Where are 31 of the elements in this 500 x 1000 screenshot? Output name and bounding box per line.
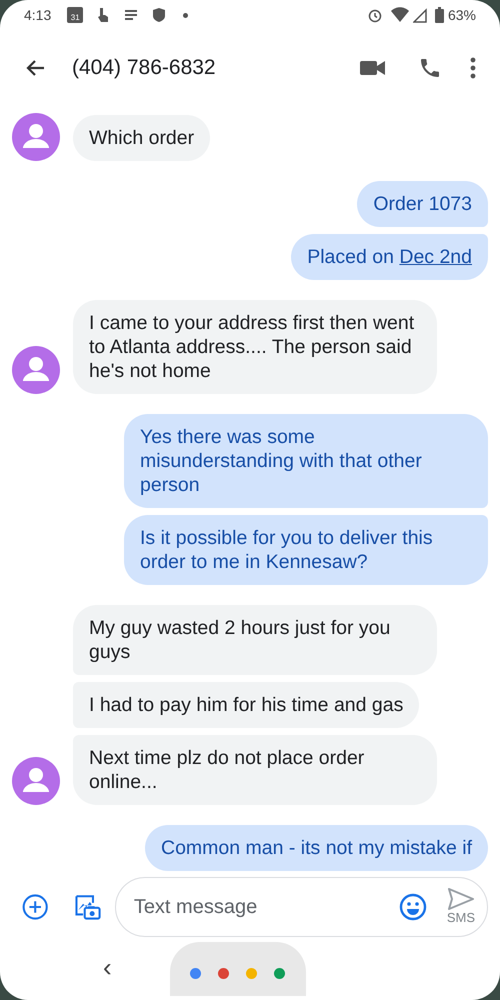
- contact-avatar-icon: [12, 346, 60, 394]
- message-field[interactable]: Text message SMS: [114, 877, 488, 937]
- message-bubble: Next time plz do not place order online...: [73, 735, 437, 805]
- calendar-icon: 31: [67, 7, 84, 23]
- battery-icon: [434, 7, 444, 23]
- contact-avatar-icon: [12, 757, 60, 805]
- message-bubble: I came to your address first then went to Atlanta address.... The person said he's not home: [73, 300, 437, 394]
- message-bubble: Yes there was some misunderstanding with that other person: [124, 414, 488, 508]
- message-bubble: Common man - its not my mistake if: [145, 825, 488, 871]
- message-bubble: Order 1073: [357, 181, 488, 227]
- contact-avatar-icon: [12, 113, 60, 161]
- message-input-field[interactable]: Text message: [134, 892, 399, 922]
- nav-back-button[interactable]: ‹: [103, 954, 112, 980]
- emoji-icon[interactable]: [398, 893, 427, 921]
- contact-title: (404) 786-6832: [72, 54, 216, 81]
- notes-icon: [123, 7, 140, 23]
- send-icon[interactable]: [448, 888, 474, 910]
- signal-icon: [412, 7, 427, 23]
- alarm-icon: [366, 7, 383, 23]
- battery-percent: 63%: [448, 6, 476, 24]
- sms-label: SMS: [446, 910, 475, 926]
- more-menu-icon[interactable]: [470, 56, 476, 78]
- shield-icon: [151, 7, 168, 23]
- message-bubble: Which order: [73, 115, 210, 161]
- message-bubble: I had to pay him for his time and gas: [73, 682, 420, 728]
- wifi-icon: [390, 7, 409, 23]
- message-bubble: My guy wasted 2 hours just for you guys: [73, 605, 437, 675]
- message-bubble: Is it possible for you to deliver this order to me in Kennesaw?: [124, 515, 488, 585]
- message-bubble: Placed on Dec 2nd: [291, 234, 488, 280]
- status-time: 4:13: [24, 6, 52, 24]
- assistant-pill[interactable]: [170, 942, 306, 996]
